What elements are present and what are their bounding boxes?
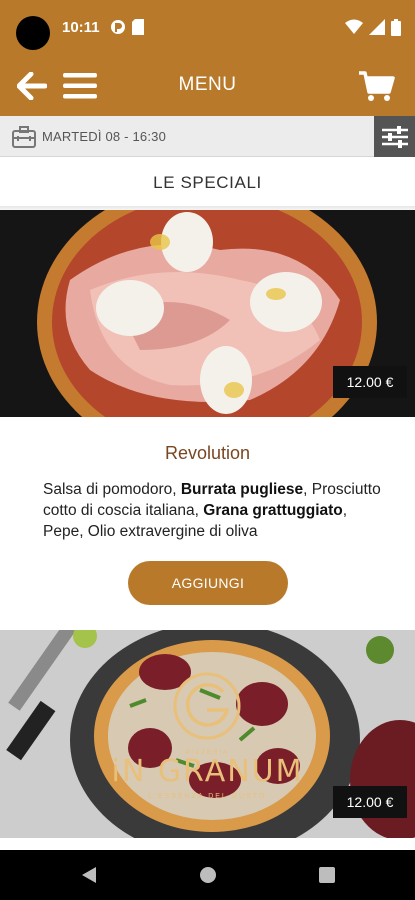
camera-cutout [16,16,50,50]
product-description: Salsa di pomodoro, Burrata pugliese, Pro… [43,479,385,542]
product-name: Revolution [164,443,251,463]
desc-part-bold: Grana grattuggiato [203,502,343,519]
signal-icon [369,19,385,35]
status-time: 10:11 [62,19,100,36]
sliders-icon [381,125,408,148]
system-navigation-bar [0,850,415,900]
cart-button[interactable] [357,66,397,106]
delivery-slot-text: MARTEDÌ 08 - 16:30 [42,129,167,144]
nav-back-icon[interactable] [80,866,98,884]
nav-home-icon[interactable] [199,866,217,884]
filter-button[interactable] [374,116,415,157]
page-title: MENU [178,74,237,95]
sim-card-icon [132,19,144,35]
logo-tagline: L'ESSENZA DEL GUSTO [148,793,267,800]
product-image-2[interactable]: PIZZERIA iN GRANUM L'ESSENZA DEL GUSTO 1… [0,630,415,838]
data-saver-icon [111,20,125,34]
wifi-icon [345,19,363,34]
status-system-icons [345,18,401,36]
add-to-cart-button[interactable]: AGGIUNGI [128,561,288,605]
section-title: LE SPECIALI [153,173,262,192]
status-bar: 10:11 [0,0,415,56]
status-notification-icons [110,18,144,36]
cart-icon [359,71,395,101]
logo-name: iN GRANUM [111,754,304,789]
nav-recent-icon[interactable] [319,867,335,883]
product-image-revolution[interactable]: 12.00 € [0,210,415,417]
logo-emblem [173,672,241,740]
price-tag: 12.00 € [333,366,407,398]
desc-part: Salsa di pomodoro, [43,481,181,498]
app-bar: MENU [0,56,415,116]
battery-icon [391,18,401,36]
desc-part-bold: Burrata pugliese [180,481,304,498]
price-tag: 12.00 € [333,786,407,818]
delivery-slot-bar[interactable]: MARTEDÌ 08 - 16:30 [0,116,415,157]
briefcase-icon [12,126,36,148]
brand-logo: PIZZERIA iN GRANUM L'ESSENZA DEL GUSTO [105,666,310,806]
